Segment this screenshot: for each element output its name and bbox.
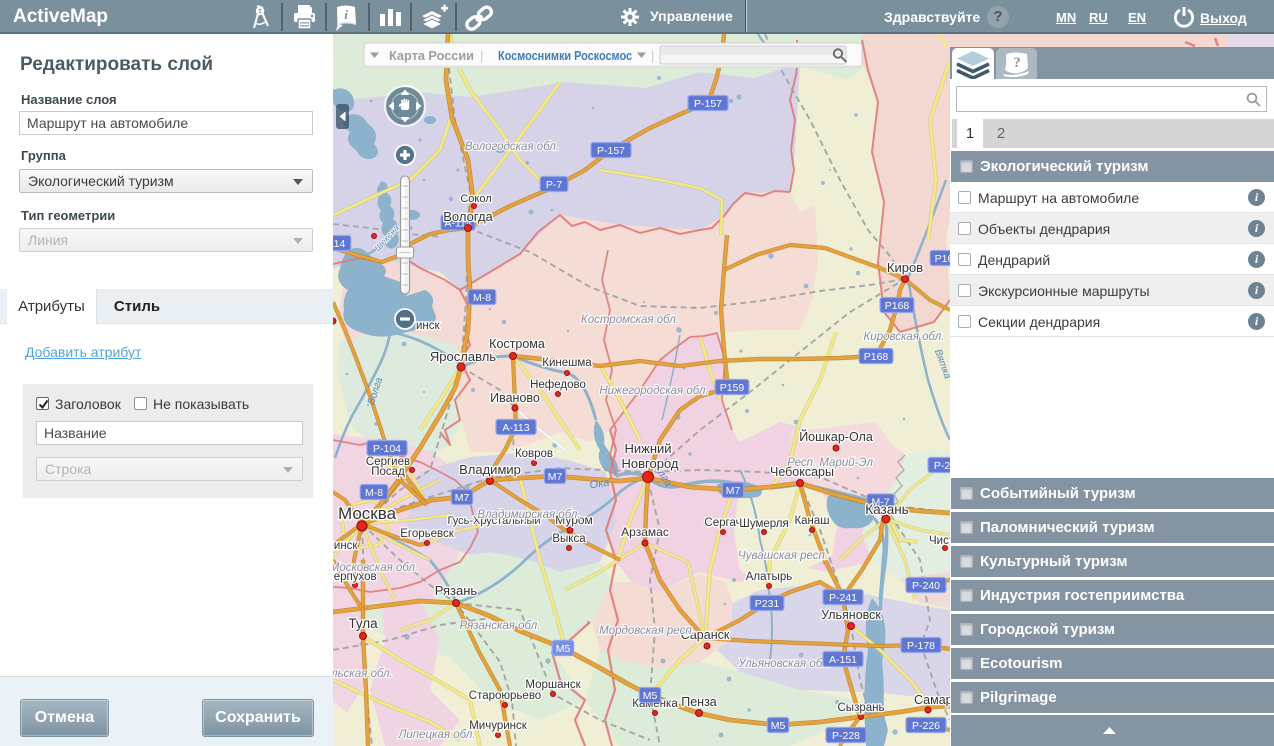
svg-text:Вологодская обл.: Вологодская обл. bbox=[465, 141, 559, 153]
svg-text:Ярославль: Ярославль bbox=[430, 349, 496, 364]
svg-text:Иваново: Иваново bbox=[490, 391, 540, 405]
svg-text:Р-228: Р-228 bbox=[832, 730, 860, 742]
svg-text:М7: М7 bbox=[548, 471, 563, 483]
svg-text:М-8: М-8 bbox=[473, 292, 491, 304]
svg-text:Р168: Р168 bbox=[864, 351, 889, 363]
svg-text:Космоснимки Роскосмос: Космоснимки Роскосмос bbox=[498, 48, 632, 63]
svg-text:Ульяновская обл.: Ульяновская обл. bbox=[737, 658, 831, 670]
svg-text:Чувашская респ.: Чувашская респ. bbox=[738, 550, 828, 562]
svg-text:Владимирская обл.: Владимирская обл. bbox=[477, 509, 580, 521]
svg-text:Р-7: Р-7 bbox=[546, 179, 563, 191]
svg-text:Самар: Самар bbox=[914, 693, 953, 707]
svg-text:|: | bbox=[651, 48, 654, 63]
svg-text:А-151: А-151 bbox=[829, 654, 857, 666]
svg-text:Ковров: Ковров bbox=[515, 448, 553, 460]
svg-text:114: 114 bbox=[333, 238, 346, 250]
svg-text:Р-157: Р-157 bbox=[597, 145, 625, 157]
svg-text:М5: М5 bbox=[643, 690, 658, 702]
svg-text:i: i bbox=[344, 7, 348, 22]
svg-text:Респ. Марий-Эл: Респ. Марий-Эл bbox=[787, 457, 873, 469]
svg-text:Выкса: Выкса bbox=[552, 533, 586, 545]
svg-text:льская обл.: льская обл. bbox=[333, 668, 393, 680]
svg-text:инск: инск bbox=[416, 320, 441, 332]
svg-text:Мордовская респ.: Мордовская респ. bbox=[599, 625, 695, 637]
svg-text:Пенза: Пенза bbox=[681, 695, 717, 709]
svg-text:Р159: Р159 bbox=[720, 382, 745, 394]
svg-text:Староюрьево: Староюрьево bbox=[469, 690, 541, 702]
svg-text:Нижний: Нижний bbox=[624, 441, 671, 456]
svg-text:Кострома: Кострома bbox=[489, 337, 545, 351]
svg-text:Московская обл.: Московская обл. bbox=[333, 562, 418, 574]
svg-text:Киров: Киров bbox=[887, 260, 923, 275]
svg-text:Москва: Москва bbox=[338, 504, 397, 523]
svg-text:М5: М5 bbox=[771, 720, 786, 732]
svg-text:Нижегородская обл.: Нижегородская обл. bbox=[599, 385, 708, 397]
svg-text:Р-226: Р-226 bbox=[912, 720, 940, 732]
svg-text:Рязанская обл.: Рязанская обл. bbox=[460, 620, 541, 632]
svg-text:М5: М5 bbox=[556, 643, 571, 655]
svg-text:Липецкая обл.: Липецкая обл. bbox=[397, 729, 475, 741]
svg-text:минск: минск bbox=[333, 540, 358, 552]
svg-text:Кинешма: Кинешма bbox=[542, 357, 592, 369]
svg-text:Нефедово: Нефедово bbox=[530, 379, 586, 391]
svg-text:Р231: Р231 bbox=[755, 598, 780, 610]
svg-text:М7: М7 bbox=[726, 485, 741, 497]
svg-text:Р-178: Р-178 bbox=[907, 640, 935, 652]
svg-text:Сокол: Сокол bbox=[460, 193, 491, 205]
svg-text:Карта России: Карта России bbox=[389, 48, 474, 63]
svg-text:Алатырь: Алатырь bbox=[746, 571, 792, 583]
svg-text:Йошкар-Ола: Йошкар-Ола bbox=[799, 429, 873, 444]
svg-text:Ульяновск: Ульяновск bbox=[821, 608, 881, 622]
svg-text:?: ? bbox=[1013, 55, 1021, 71]
svg-text:|: | bbox=[480, 48, 483, 63]
svg-text:Р168: Р168 bbox=[885, 300, 910, 312]
svg-text:Тула: Тула bbox=[348, 616, 378, 631]
svg-text:Костромская обл.: Костромская обл. bbox=[581, 314, 679, 326]
svg-text:Владимир: Владимир bbox=[459, 462, 521, 477]
svg-text:Р-241: Р-241 bbox=[829, 592, 857, 604]
svg-text:Кировская обл.: Кировская обл. bbox=[864, 331, 945, 343]
svg-text:Р-157: Р-157 bbox=[694, 98, 722, 110]
svg-text:Посад: Посад bbox=[371, 466, 405, 478]
svg-text:Рязань: Рязань bbox=[435, 583, 478, 598]
svg-text:Мичуринск: Мичуринск bbox=[469, 720, 528, 732]
svg-text:Егорьевск: Егорьевск bbox=[400, 528, 455, 540]
svg-text:Новгород: Новгород bbox=[622, 456, 679, 471]
svg-text:Казань: Казань bbox=[865, 502, 908, 517]
svg-text:А-113: А-113 bbox=[502, 422, 529, 434]
svg-text:Арзамас: Арзамас bbox=[621, 525, 669, 539]
svg-text:М-8: М-8 bbox=[365, 487, 383, 499]
svg-text:Р-104: Р-104 bbox=[373, 443, 401, 455]
svg-text:Вологда: Вологда bbox=[443, 209, 493, 224]
svg-text:Р-240: Р-240 bbox=[912, 580, 940, 592]
svg-text:Канаш: Канаш bbox=[794, 515, 829, 527]
svg-text:Сызрань: Сызрань bbox=[838, 702, 885, 714]
svg-text:М7: М7 bbox=[455, 492, 470, 504]
svg-text:Сергач: Сергач bbox=[704, 517, 741, 529]
svg-text:Шумерля: Шумерля bbox=[739, 518, 788, 530]
